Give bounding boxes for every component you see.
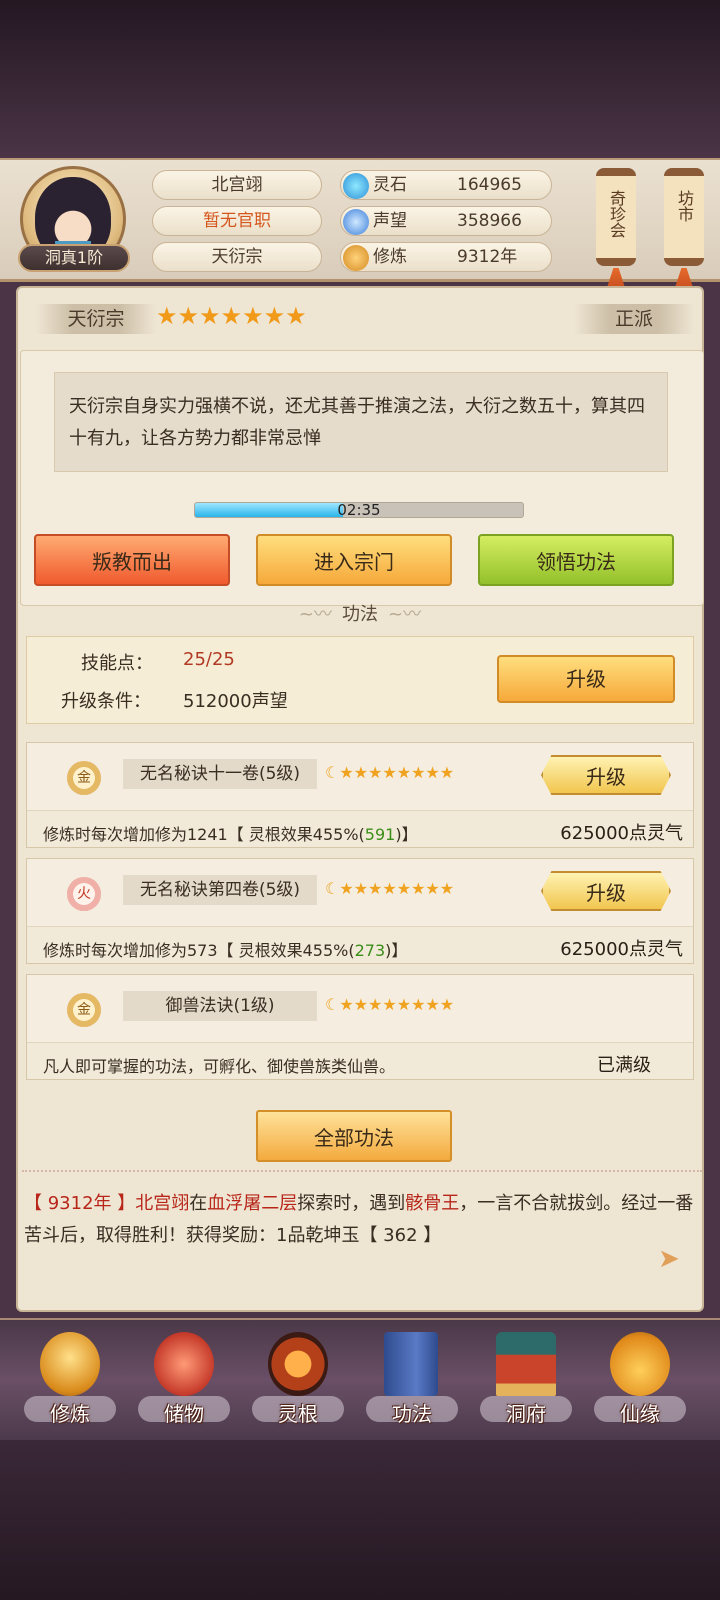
sect-name: 天衍宗 bbox=[152, 242, 322, 272]
upgrade-condition-value: 512000声望 bbox=[183, 691, 288, 712]
nav-spirit-root[interactable]: 灵根 bbox=[246, 1328, 350, 1436]
desc-text: 修炼时每次增加修为573【 灵根效果455%( bbox=[43, 941, 355, 960]
skill-name: 御兽法诀(1级) bbox=[123, 991, 317, 1021]
stat-value: 9312年 bbox=[457, 247, 518, 267]
skill-cost: 625000点灵气 bbox=[560, 939, 683, 960]
log-location: 血浮屠二层 bbox=[207, 1193, 298, 1214]
stat-label: 灵石 bbox=[373, 175, 407, 195]
stat-label: 修炼 bbox=[373, 247, 407, 267]
desc-text: 修炼时每次增加修为1241【 灵根效果455%( bbox=[43, 825, 365, 844]
progress-timer: 02:35 bbox=[337, 502, 381, 518]
stat-cultivation: 修炼 9312年 bbox=[340, 242, 552, 272]
sect-progress-bar: 02:35 bbox=[194, 502, 524, 518]
event-log: 【 9312年 】北宫翊在血浮屠二层探索时，遇到骸骨王，一言不合就拔剑。经过一番… bbox=[24, 1188, 696, 1252]
spirit-root-icon bbox=[268, 1332, 328, 1396]
skill-points-value: 25/25 bbox=[183, 649, 235, 670]
bottom-backdrop bbox=[0, 1440, 720, 1600]
nav-label: 储物 bbox=[164, 1402, 204, 1426]
nav-label: 洞府 bbox=[506, 1402, 546, 1426]
skill-cost: 625000点灵气 bbox=[560, 823, 683, 844]
top-backdrop bbox=[0, 0, 720, 158]
player-name: 北宫翊 bbox=[152, 170, 322, 200]
skill-card: 火 无名秘诀第四卷(5级) ☾★★★★★★★★ 升级 修炼时每次增加修为573【… bbox=[26, 858, 694, 964]
sect-alignment: 正派 bbox=[574, 304, 694, 334]
technique-book-icon bbox=[384, 1332, 438, 1396]
all-techniques-button[interactable]: 全部功法 bbox=[256, 1110, 452, 1162]
reputation-icon bbox=[343, 209, 369, 235]
nav-technique[interactable]: 功法 bbox=[360, 1328, 464, 1436]
comprehend-technique-button[interactable]: 领悟功法 bbox=[478, 534, 674, 586]
cave-mansion-icon bbox=[496, 1332, 556, 1396]
skill-name: 无名秘诀十一卷(5级) bbox=[123, 759, 317, 789]
sect-description: 天衍宗自身实力强横不说，还尤其善于推演之法，大衍之数五十，算其四十有九，让各方势… bbox=[54, 372, 668, 472]
skill-stars: ☾★★★★★★★★ bbox=[325, 763, 455, 782]
storage-bag-icon bbox=[154, 1332, 214, 1396]
desc-bonus: 591 bbox=[364, 825, 396, 844]
skill-card: 金 御兽法诀(1级) ☾★★★★★★★★ 凡人即可掌握的功法，可孵化、御使兽族类… bbox=[26, 974, 694, 1080]
log-year: 【 9312年 】 bbox=[24, 1193, 136, 1214]
nav-cultivate[interactable]: 修炼 bbox=[18, 1328, 122, 1436]
gourd-fate-icon bbox=[610, 1332, 670, 1396]
log-enemy: 骸骨王 bbox=[405, 1193, 460, 1214]
metal-element-icon: 金 bbox=[67, 993, 101, 1027]
skill-description: 凡人即可掌握的功法，可孵化、御使兽族类仙兽。 bbox=[43, 1057, 396, 1076]
stat-value: 358966 bbox=[457, 211, 522, 231]
upgrade-skill-points-button[interactable]: 升级 bbox=[497, 655, 675, 703]
bottom-nav: 修炼 储物 灵根 功法 洞府 仙缘 bbox=[0, 1318, 720, 1440]
skill-description: 修炼时每次增加修为1241【 灵根效果455%(591)】 bbox=[43, 821, 418, 845]
upgrade-condition-label: 升级条件： bbox=[61, 691, 151, 712]
nav-fate[interactable]: 仙缘 bbox=[588, 1328, 692, 1436]
spirit-stone-icon bbox=[343, 173, 369, 199]
nav-cave[interactable]: 洞府 bbox=[474, 1328, 578, 1436]
nav-label: 功法 bbox=[392, 1402, 432, 1426]
main-panel: 天衍宗 ★★★★★★★ 正派 天衍宗自身实力强横不说，还尤其善于推演之法，大衍之… bbox=[16, 286, 704, 1312]
skill-stars: ☾★★★★★★★★ bbox=[325, 995, 455, 1014]
skill-stars: ☾★★★★★★★★ bbox=[325, 879, 455, 898]
cultivate-monk-icon bbox=[40, 1332, 100, 1396]
sect-stars: ★★★★★★★ bbox=[156, 302, 307, 330]
skill-max-level: 已满级 bbox=[597, 1055, 651, 1076]
stat-reputation: 声望 358966 bbox=[340, 206, 552, 236]
skill-points-panel: 技能点： 25/25 升级条件： 512000声望 升级 bbox=[26, 636, 694, 724]
stat-label: 声望 bbox=[373, 211, 407, 231]
rank-badge: 洞真1阶 bbox=[18, 244, 130, 272]
nav-label: 修炼 bbox=[50, 1402, 90, 1426]
stat-spirit-stone: 灵石 164965 bbox=[340, 170, 552, 200]
desc-bonus: 273 bbox=[354, 941, 386, 960]
stat-value: 164965 bbox=[457, 175, 522, 195]
gongfa-section-title: 功法 bbox=[18, 600, 702, 630]
fire-element-icon: 火 bbox=[67, 877, 101, 911]
market-button[interactable]: 坊市 bbox=[664, 168, 704, 266]
skill-points-label: 技能点： bbox=[81, 653, 153, 674]
metal-element-icon: 金 bbox=[67, 761, 101, 795]
desc-text: )】 bbox=[385, 941, 408, 960]
log-text: 在 bbox=[189, 1193, 208, 1214]
nav-storage[interactable]: 储物 bbox=[132, 1328, 236, 1436]
leave-sect-button[interactable]: 叛教而出 bbox=[34, 534, 230, 586]
section-title-text: 功法 bbox=[342, 604, 378, 625]
cultivation-icon bbox=[343, 245, 369, 271]
treasure-fair-button[interactable]: 奇珍会 bbox=[596, 168, 636, 266]
skill-upgrade-button[interactable]: 升级 bbox=[541, 871, 671, 911]
next-log-arrow-icon[interactable]: ➤ bbox=[658, 1244, 680, 1274]
official-title[interactable]: 暂无官职 bbox=[152, 206, 322, 236]
market-label: 坊市 bbox=[675, 190, 694, 222]
log-text: 探索时，遇到 bbox=[297, 1193, 406, 1214]
log-player: 北宫翊 bbox=[135, 1193, 190, 1214]
nav-label: 灵根 bbox=[278, 1402, 318, 1426]
skill-upgrade-button[interactable]: 升级 bbox=[541, 755, 671, 795]
skill-name: 无名秘诀第四卷(5级) bbox=[123, 875, 317, 905]
log-divider bbox=[22, 1170, 702, 1178]
treasure-fair-label: 奇珍会 bbox=[607, 190, 626, 238]
enter-sect-button[interactable]: 进入宗门 bbox=[256, 534, 452, 586]
sect-title: 天衍宗 bbox=[36, 304, 156, 334]
skill-description: 修炼时每次增加修为573【 灵根效果455%(273)】 bbox=[43, 937, 407, 961]
skill-card: 金 无名秘诀十一卷(5级) ☾★★★★★★★★ 升级 修炼时每次增加修为1241… bbox=[26, 742, 694, 848]
desc-text: )】 bbox=[395, 825, 418, 844]
nav-label: 仙缘 bbox=[620, 1402, 660, 1426]
